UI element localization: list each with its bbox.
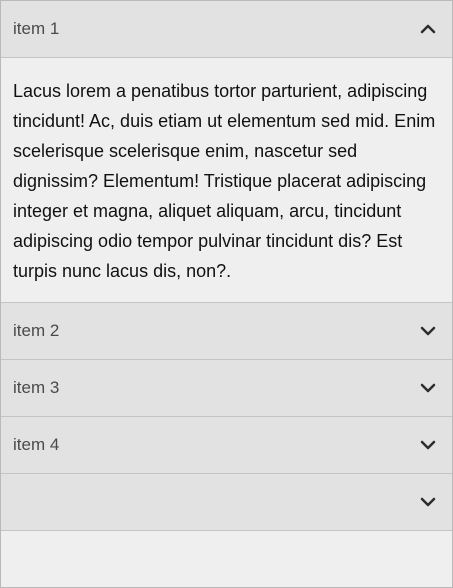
accordion-item-title: item 3 — [13, 378, 60, 397]
accordion-item-1-header[interactable]: item 1 — [1, 1, 452, 58]
accordion-item-title: item 1 — [13, 19, 60, 38]
chevron-down-icon — [420, 325, 436, 337]
accordion-item-title: item 2 — [13, 321, 60, 340]
accordion-item-title: item 4 — [13, 435, 60, 454]
chevron-down-icon — [420, 496, 436, 508]
accordion-item-5-header-partial[interactable] — [1, 474, 452, 531]
chevron-down-icon — [420, 439, 436, 451]
accordion-item-4-header[interactable]: item 4 — [1, 417, 452, 474]
chevron-up-icon — [420, 23, 436, 35]
accordion-content-text: Lacus lorem a penatibus tortor parturien… — [13, 81, 436, 281]
accordion: item 1 Lacus lorem a penatibus tortor pa… — [0, 0, 453, 588]
chevron-down-icon — [420, 382, 436, 394]
accordion-item-1-content: Lacus lorem a penatibus tortor parturien… — [1, 58, 452, 303]
accordion-item-3-header[interactable]: item 3 — [1, 360, 452, 417]
accordion-item-2-header[interactable]: item 2 — [1, 303, 452, 360]
